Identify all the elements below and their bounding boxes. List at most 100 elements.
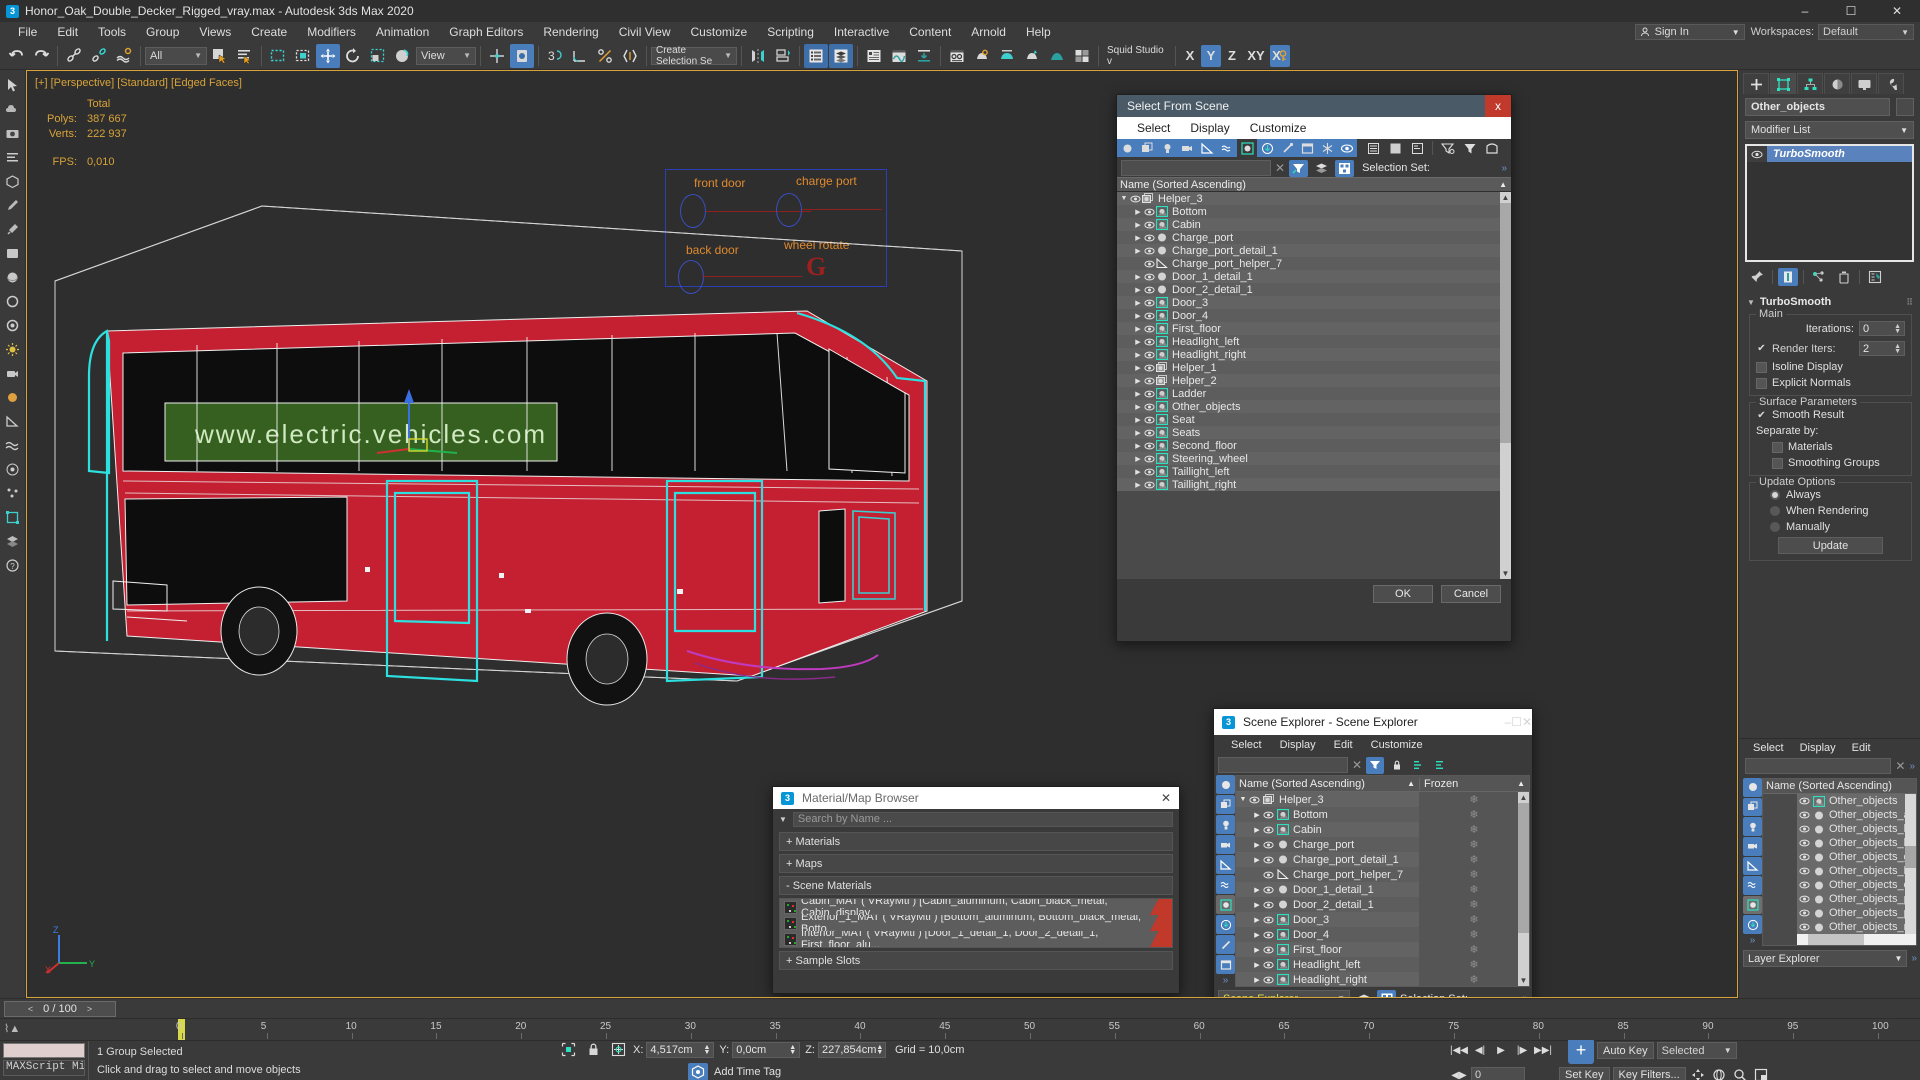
expand-toggle-icon[interactable]: ▶	[1252, 856, 1262, 864]
le-overflow-icon[interactable]: »	[1909, 761, 1915, 772]
menu-interactive[interactable]: Interactive	[824, 22, 899, 42]
sx-object-tree[interactable]: Name (Sorted Ascending) ▲ Frozen ▲ ▼ Helper…	[1235, 775, 1530, 987]
selection-filter-dropdown[interactable]: All ▼	[145, 46, 207, 65]
menu-rendering[interactable]: Rendering	[533, 22, 608, 42]
le-menu-display[interactable]: Display	[1792, 742, 1844, 754]
modifier-list-dropdown[interactable]: Modifier List ▼	[1745, 121, 1914, 139]
expand-toolbar-icon[interactable]: »	[1501, 163, 1507, 174]
make-unique-icon[interactable]	[1809, 268, 1829, 286]
render-preset-dropdown[interactable]: Squid Studio v	[1103, 45, 1171, 67]
scroll-down-icon[interactable]: ▼	[1518, 975, 1529, 986]
sx-expand-all-button[interactable]	[1410, 757, 1428, 774]
mmb-section-scene-materials[interactable]: - Scene Materials	[779, 876, 1173, 895]
frozen-cell[interactable]: ❄	[1419, 972, 1529, 986]
sfs-search-input[interactable]	[1121, 160, 1271, 176]
sfs-column-header[interactable]: Name (Sorted Ascending) ▲	[1117, 177, 1511, 192]
orbit-view-icon[interactable]	[1710, 1067, 1728, 1080]
select-and-place-icon[interactable]	[391, 44, 415, 68]
table-row[interactable]: ▶ Headlight_right ❄	[1236, 972, 1529, 986]
filter-geometry-icon[interactable]	[1216, 775, 1235, 794]
tab-hierarchy[interactable]	[1797, 73, 1823, 94]
expand-toggle-icon[interactable]: ▶	[1133, 468, 1143, 476]
select-tool-icon[interactable]	[2, 74, 24, 96]
snap-toggle-icon[interactable]: 3	[543, 44, 567, 68]
expand-toggle-icon[interactable]: ▶	[1252, 961, 1262, 969]
table-row[interactable]: ▶ Door_1_detail_1	[1117, 270, 1511, 283]
visibility-eye-icon[interactable]	[1143, 390, 1155, 398]
visibility-eye-icon[interactable]	[1143, 481, 1155, 489]
filter-shapes-icon[interactable]	[1137, 139, 1157, 157]
maxscript-input-line[interactable]: MAXScript Mi	[3, 1060, 85, 1076]
expand-toggle-icon[interactable]: ▶	[1133, 351, 1143, 359]
menu-graph-editors[interactable]: Graph Editors	[439, 22, 533, 42]
explicit-normals-row[interactable]: Explicit Normals	[1756, 377, 1905, 389]
sx-layers-button[interactable]	[1354, 990, 1373, 997]
expand-toggle-icon[interactable]: ▶	[1252, 901, 1262, 909]
render-iterative-icon[interactable]	[995, 44, 1019, 68]
sx-vertical-scrollbar[interactable]: ▲ ▼	[1518, 792, 1529, 986]
sphere-icon[interactable]	[2, 266, 24, 288]
sort-ascending-icon[interactable]: ▲	[1407, 779, 1419, 788]
text-tool-icon[interactable]	[2, 146, 24, 168]
visibility-eye-icon[interactable]	[1143, 208, 1155, 216]
key-filters-button[interactable]: Key Filters...	[1612, 1066, 1686, 1080]
filter-helpers-icon[interactable]	[1743, 856, 1762, 876]
filter-shapes-icon[interactable]	[1216, 795, 1235, 814]
visibility-eye-icon[interactable]	[1143, 403, 1155, 411]
curve-editor-icon[interactable]	[862, 44, 886, 68]
isoline-display-row[interactable]: Isoline Display	[1756, 361, 1905, 373]
percent-snap-toggle-icon[interactable]	[593, 44, 617, 68]
z-coordinate-field[interactable]: Z: 227,854cm ▲ ▼	[805, 1041, 886, 1058]
filter-containers-icon[interactable]	[1216, 955, 1235, 974]
sfs-menu-select[interactable]: Select	[1127, 121, 1180, 135]
visibility-eye-icon[interactable]	[1143, 468, 1155, 476]
render-frame-window-icon[interactable]	[945, 44, 969, 68]
table-row[interactable]: Charge_port_helper_7	[1117, 257, 1511, 270]
visibility-eye-icon[interactable]	[1143, 312, 1155, 320]
visibility-eye-icon[interactable]	[1799, 825, 1810, 833]
minimize-button[interactable]: –	[1504, 715, 1511, 729]
toggle-scene-explorer-icon[interactable]	[804, 43, 828, 68]
frozen-cell[interactable]: ❄	[1419, 807, 1529, 822]
visibility-eye-icon[interactable]	[1143, 364, 1155, 372]
expand-toggle-icon[interactable]: ▶	[1133, 390, 1143, 398]
menu-civil-view[interactable]: Civil View	[609, 22, 681, 42]
sx-lock-button[interactable]	[1388, 757, 1406, 774]
frozen-cell[interactable]: ❄	[1419, 942, 1529, 957]
menu-help[interactable]: Help	[1016, 22, 1061, 42]
next-frame-icon[interactable]: |▶	[1513, 1043, 1531, 1059]
menu-edit[interactable]: Edit	[47, 22, 88, 42]
table-row[interactable]: ▶ Door_2_detail_1 ❄	[1236, 897, 1529, 912]
pin-stack-icon[interactable]	[1482, 139, 1502, 157]
filter-groups-icon[interactable]	[1237, 139, 1257, 157]
prev-frame-icon[interactable]: <	[28, 1004, 33, 1014]
filter-xrefs-icon[interactable]	[1216, 915, 1235, 934]
table-row[interactable]: ▶ Charge_port	[1117, 231, 1511, 244]
previous-frame-icon[interactable]: ◀|	[1471, 1043, 1489, 1059]
zoom-view-icon[interactable]	[1731, 1067, 1749, 1080]
current-frame-field[interactable]: 0	[1471, 1067, 1525, 1080]
visibility-eye-icon[interactable]	[1143, 247, 1155, 255]
visibility-eye-icon[interactable]	[1799, 923, 1810, 931]
scene-explorer-window[interactable]: 3 Scene Explorer - Scene Explorer – ☐ ✕ …	[1213, 708, 1533, 997]
sx-footer-overflow-icon[interactable]: »	[1522, 993, 1528, 997]
menu-modifiers[interactable]: Modifiers	[297, 22, 366, 42]
layer-view-icon[interactable]	[1407, 139, 1427, 157]
help-icon[interactable]: ?	[2, 554, 24, 576]
iterations-spinner[interactable]: 0 ▲ ▼	[1859, 321, 1905, 336]
table-row[interactable]: ▶ Charge_port_detail_1 ❄	[1236, 852, 1529, 867]
menu-create[interactable]: Create	[241, 22, 297, 42]
filter-freeze-icon[interactable]	[1317, 139, 1337, 157]
table-row[interactable]: ▶ Seat	[1117, 413, 1511, 426]
play-animation-icon[interactable]: ▶	[1492, 1043, 1510, 1059]
menu-arnold[interactable]: Arnold	[961, 22, 1016, 42]
filter-off-icon[interactable]	[1438, 139, 1458, 157]
modifier-visibility-icon[interactable]	[1747, 146, 1767, 162]
list-item[interactable]: Other_objects_red_	[1797, 920, 1916, 934]
mmb-titlebar[interactable]: 3 Material/Map Browser ✕	[773, 787, 1179, 809]
frozen-cell[interactable]: ❄	[1419, 822, 1529, 837]
update-when-rendering-row[interactable]: When Rendering	[1756, 505, 1905, 517]
le-search-input[interactable]	[1745, 758, 1892, 774]
table-row[interactable]: ▶ Helper_1	[1117, 361, 1511, 374]
smooth-result-row[interactable]: ✔ Smooth Result	[1756, 409, 1905, 421]
